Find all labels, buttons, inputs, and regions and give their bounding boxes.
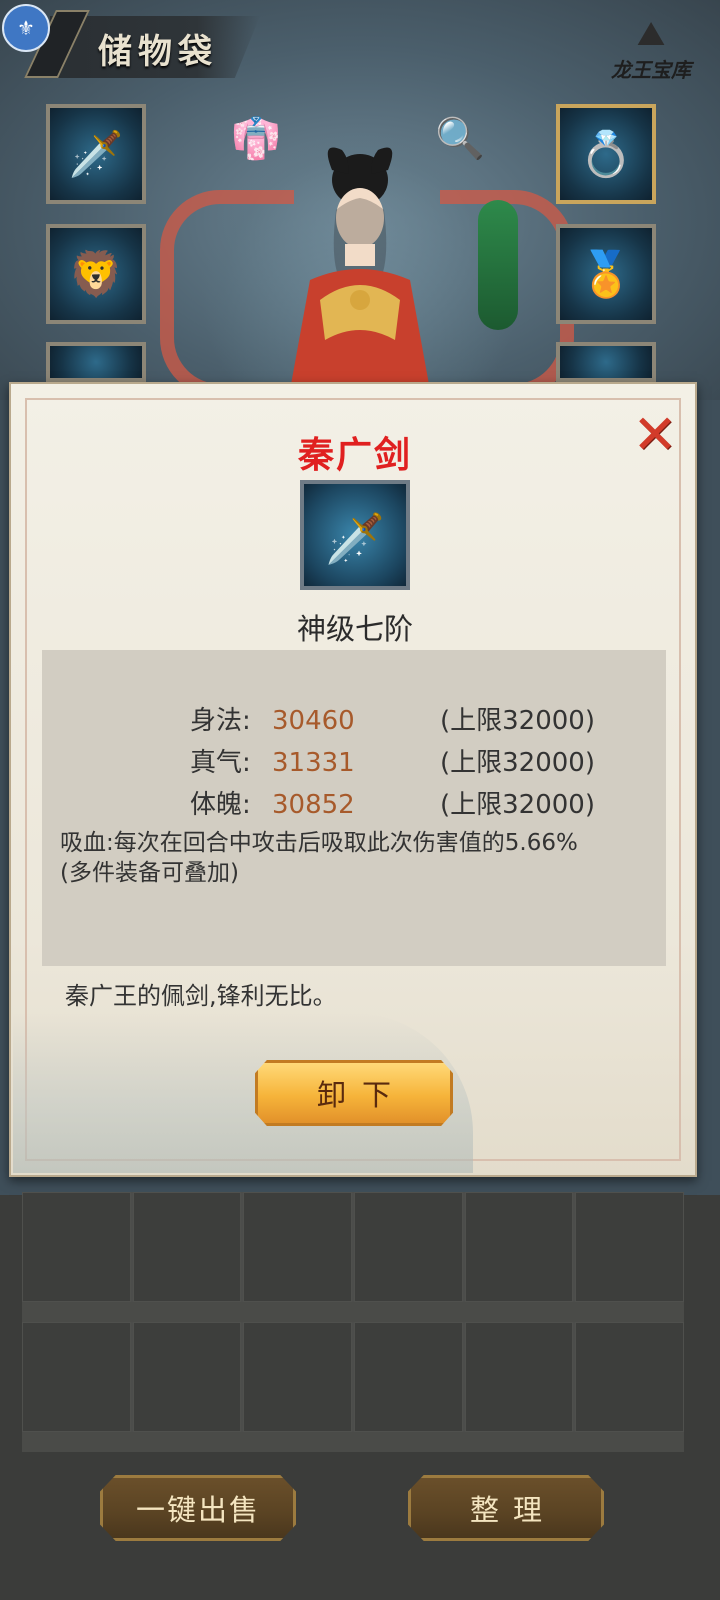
inventory-divider	[22, 1302, 684, 1322]
equip-slot-weapon[interactable]: 🗡️	[46, 104, 146, 204]
stat-row: 体魄: 30852 (上限32000)	[42, 788, 666, 822]
inventory-slot[interactable]	[22, 1192, 131, 1302]
close-icon[interactable]: ✕	[631, 408, 679, 462]
stat-label: 真气:	[190, 748, 251, 778]
inventory-slot[interactable]	[354, 1192, 463, 1302]
inventory-grid	[22, 1192, 685, 1454]
stat-value: 30852	[272, 790, 355, 820]
inventory-slot[interactable]	[354, 1322, 463, 1432]
inventory-slot[interactable]	[575, 1192, 685, 1302]
stat-cap: (上限32000)	[440, 706, 595, 736]
page-title: 储物袋	[98, 32, 218, 72]
dragon-king-vault-button[interactable]: ⛰ 龙王宝库	[596, 14, 706, 94]
stat-value: 30460	[272, 706, 355, 736]
item-name: 秦广剑	[297, 435, 412, 476]
item-icon-frame: 🗡️	[300, 480, 410, 590]
vault-label: 龙王宝库	[611, 58, 691, 82]
inventory-slot[interactable]	[132, 1322, 242, 1432]
stat-row: 真气: 31331 (上限32000)	[42, 746, 666, 780]
stat-row: 身法: 30460 (上限32000)	[42, 704, 666, 738]
inventory-slot[interactable]	[132, 1192, 242, 1302]
inventory-slot[interactable]	[22, 1322, 131, 1432]
equip-slot-helmet[interactable]: 🦁	[46, 224, 146, 324]
stats-panel: 身法: 30460 (上限32000) 真气: 31331 (上限32000) …	[42, 650, 666, 966]
zoom-in-icon[interactable]: 🔍	[432, 110, 488, 166]
lifesteal-effect: 吸血:每次在回合中攻击后吸取此次伤害值的5.66% (多件装备可叠加)	[60, 828, 660, 888]
lifesteal-note: (多件装备可叠加)	[60, 860, 239, 886]
inventory-slot[interactable]	[464, 1192, 574, 1302]
helmet-icon: 🦁	[68, 249, 124, 300]
sort-button[interactable]: 整理	[408, 1475, 604, 1541]
jade-hairpin-decoration	[478, 200, 518, 330]
character-avatar[interactable]	[250, 140, 470, 390]
item-detail-popup: 秦广剑 ✕ 🗡️ 神级七阶 身法: 30460 (上限32000) 真气: 31…	[9, 382, 697, 1177]
unequip-button[interactable]: 卸下	[255, 1060, 453, 1126]
item-description: 秦广王的佩剑,锋利无比。	[65, 982, 337, 1010]
inventory-divider	[22, 1432, 684, 1452]
stat-label: 体魄:	[190, 790, 251, 820]
stat-value: 31331	[272, 748, 355, 778]
outfit-icon[interactable]: 👘	[228, 110, 284, 166]
item-grade: 神级七阶	[296, 612, 413, 646]
stat-label: 身法:	[190, 706, 251, 736]
inventory-slot[interactable]	[243, 1322, 353, 1432]
stat-cap: (上限32000)	[440, 790, 595, 820]
amulet-icon: 🏅	[578, 249, 634, 300]
equip-slot-bead[interactable]	[556, 342, 656, 382]
sword-icon: 🗡️	[325, 511, 385, 567]
equip-slot-ring[interactable]: 💍	[556, 104, 656, 204]
stat-cap: (上限32000)	[440, 748, 595, 778]
inventory-row	[22, 1322, 685, 1432]
ring-icon: 💍	[578, 129, 634, 180]
inventory-slot[interactable]	[464, 1322, 574, 1432]
sell-all-button[interactable]: 一键出售	[100, 1475, 296, 1541]
lifesteal-text: 吸血:每次在回合中攻击后吸取此次伤害值的5.66%	[60, 830, 578, 856]
inventory-slot[interactable]	[243, 1192, 353, 1302]
equip-slot-amulet[interactable]: 🏅	[556, 224, 656, 324]
inventory-slot[interactable]	[575, 1322, 685, 1432]
inventory-row	[22, 1192, 685, 1302]
fleur-de-lis-icon[interactable]: ⚜	[2, 4, 50, 52]
mountain-icon: ⛰	[636, 14, 666, 54]
sword-icon: 🗡️	[68, 129, 124, 180]
equip-slot-armor[interactable]	[46, 342, 146, 382]
